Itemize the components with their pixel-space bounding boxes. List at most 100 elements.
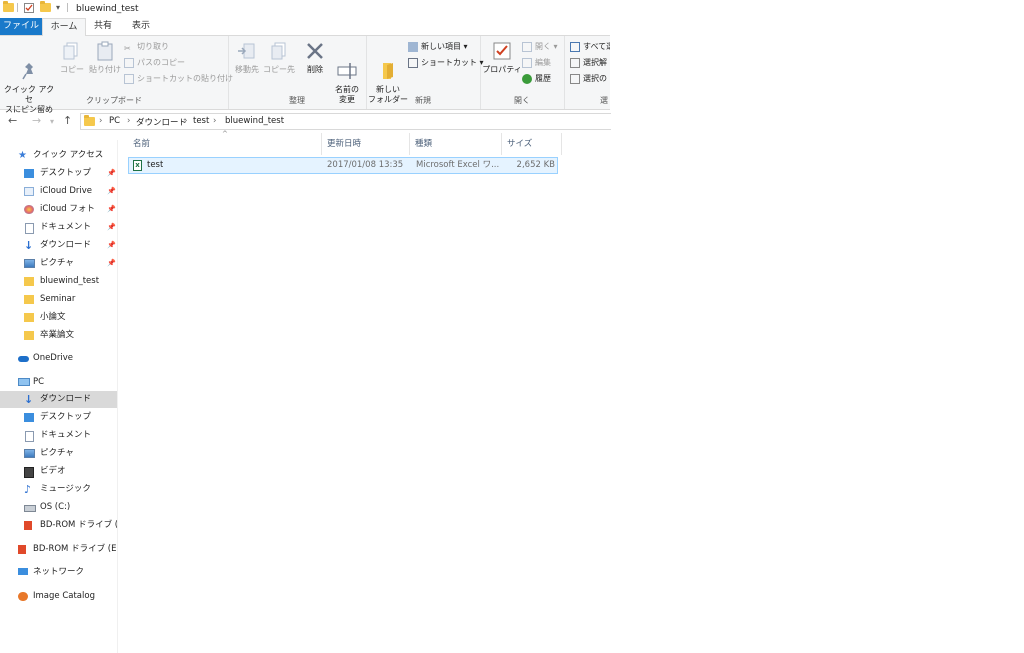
easy-access-shortcut-button[interactable]: ショートカット ▾: [408, 56, 484, 70]
nav-seminar[interactable]: Seminar: [0, 291, 117, 308]
breadcrumb-test[interactable]: test: [193, 116, 209, 126]
shortcut-icon: [124, 73, 134, 84]
nav-pc-music[interactable]: ♪ ミュージック: [0, 481, 117, 498]
document-icon: [25, 431, 34, 442]
paste-icon: [94, 40, 116, 62]
window-title: bluewind_test: [76, 4, 139, 14]
column-header-name[interactable]: 名前: [128, 133, 322, 155]
folder-icon: [24, 295, 34, 304]
paste-button[interactable]: 貼り付け: [88, 40, 122, 75]
ribbon: クイック アクセ スにピン留め コピー 貼り付け ✂ 切り取り パスのコピー シ…: [0, 36, 610, 114]
nav-pictures[interactable]: ピクチャ 📌: [0, 255, 117, 272]
back-button[interactable]: ←: [8, 114, 17, 127]
column-header-modified[interactable]: 更新日時: [322, 133, 410, 155]
folder-icon: [3, 1, 14, 15]
nav-pc-os-drive[interactable]: OS (C:): [0, 499, 117, 516]
delete-button[interactable]: 削除: [300, 40, 330, 75]
office-icon: [24, 521, 32, 530]
nav-documents[interactable]: ドキュメント 📌: [0, 219, 117, 236]
breadcrumb-downloads[interactable]: ダウンロード: [136, 116, 187, 128]
nav-desktop[interactable]: デスクトップ 📌: [0, 165, 117, 182]
chevron-right-icon[interactable]: ›: [99, 116, 102, 126]
open-icon: [522, 41, 532, 52]
new-item-button[interactable]: 新しい項目 ▾: [408, 40, 468, 54]
nav-image-catalog[interactable]: Image Catalog: [0, 588, 117, 605]
nav-downloads[interactable]: ↓ ダウンロード 📌: [0, 237, 117, 254]
recent-locations-chevron-icon[interactable]: ▾: [50, 117, 54, 126]
move-to-button[interactable]: 移動先: [230, 40, 264, 75]
copy-to-button[interactable]: コピー先: [262, 40, 296, 75]
nav-pc-downloads[interactable]: ↓ ダウンロード: [0, 391, 117, 408]
excel-file-icon: x: [133, 160, 142, 171]
nav-network[interactable]: ネットワーク: [0, 564, 117, 581]
nav-pc-pictures[interactable]: ピクチャ: [0, 445, 117, 462]
ribbon-tabs: ファイル ホーム 共有 表示: [0, 18, 610, 36]
nav-icloud-drive[interactable]: iCloud Drive 📌: [0, 183, 117, 200]
breadcrumb-bluewind-test[interactable]: bluewind_test: [225, 116, 284, 126]
clipboard-group-label: クリップボード: [86, 96, 142, 105]
tab-view[interactable]: 表示: [124, 18, 158, 35]
new-group-label: 新規: [415, 96, 431, 105]
forward-button[interactable]: →: [32, 114, 41, 127]
select-none-button[interactable]: 選択解: [570, 56, 607, 70]
properties-button[interactable]: プロパティ: [482, 40, 522, 75]
history-button[interactable]: 履歴: [522, 72, 551, 86]
tab-share[interactable]: 共有: [86, 18, 120, 35]
nav-onedrive[interactable]: OneDrive: [0, 350, 117, 367]
copy-button[interactable]: コピー: [58, 40, 86, 75]
new-folder-quick-icon[interactable]: [40, 1, 51, 15]
cut-button[interactable]: ✂ 切り取り: [124, 40, 169, 54]
up-button[interactable]: ↑: [63, 114, 72, 127]
address-bar-row: ← → ▾ ↑ › PC › ダウンロード › test › bluewind_…: [0, 112, 611, 130]
chevron-right-icon[interactable]: ›: [184, 116, 187, 126]
copy-icon: [61, 40, 83, 62]
cloud-icon: [18, 356, 29, 362]
icloud-photos-icon: [24, 205, 34, 214]
chevron-right-icon[interactable]: ›: [127, 116, 130, 126]
copy-to-icon: [268, 40, 290, 62]
pin-icon: 📌: [107, 259, 116, 267]
nav-thesis[interactable]: 卒業論文: [0, 327, 117, 344]
properties-quick-icon[interactable]: [24, 3, 34, 16]
breadcrumb-pc[interactable]: PC: [109, 116, 120, 126]
file-type: Microsoft Excel ワ...: [416, 160, 500, 170]
select-none-icon: [570, 57, 580, 68]
clipboard-group: クイック アクセ スにピン留め コピー 貼り付け ✂ 切り取り パスのコピー シ…: [0, 36, 233, 114]
select-group: すべて選 選択解 選択の 選: [564, 36, 610, 109]
invert-selection-button[interactable]: 選択の: [570, 72, 607, 86]
select-all-button[interactable]: すべて選: [570, 40, 610, 54]
column-header-size[interactable]: サイズ: [502, 133, 562, 155]
tab-home[interactable]: ホーム: [42, 18, 86, 36]
drive-icon: [24, 505, 36, 512]
chevron-right-icon[interactable]: ›: [213, 116, 216, 126]
column-header-type[interactable]: 種類: [410, 133, 502, 155]
nav-quick-access[interactable]: ★ クイック アクセス: [0, 147, 117, 164]
edit-icon: [522, 57, 532, 68]
file-row[interactable]: x test 2017/01/08 13:35 Microsoft Excel …: [128, 157, 558, 174]
folder-icon: [24, 277, 34, 286]
icloud-drive-icon: [24, 187, 34, 196]
pin-icon: 📌: [107, 241, 116, 249]
nav-icloud-photos[interactable]: iCloud フォト 📌: [0, 201, 117, 218]
open-group-label: 開く: [514, 96, 530, 105]
folder-icon: [84, 115, 95, 129]
nav-pc[interactable]: PC: [0, 374, 117, 391]
tab-file[interactable]: ファイル: [0, 18, 42, 35]
copy-path-button[interactable]: パスのコピー: [124, 56, 185, 70]
address-bar[interactable]: › PC › ダウンロード › test › bluewind_test: [80, 113, 611, 130]
nav-pc-documents[interactable]: ドキュメント: [0, 427, 117, 444]
nav-bluewind-test[interactable]: bluewind_test: [0, 273, 117, 290]
nav-pc-bd-rom[interactable]: BD-ROM ドライブ (E:): [0, 517, 117, 534]
edit-button[interactable]: 編集: [522, 56, 551, 70]
nav-bd-rom[interactable]: BD-ROM ドライブ (E:) N: [0, 541, 117, 558]
paste-shortcut-button[interactable]: ショートカットの貼り付け: [124, 72, 233, 86]
pictures-icon: [24, 259, 35, 268]
invert-selection-icon: [570, 73, 580, 84]
network-icon: [18, 568, 28, 575]
new-item-icon: [408, 41, 418, 52]
nav-pc-desktop[interactable]: デスクトップ: [0, 409, 117, 426]
customize-quick-access-icon[interactable]: ▾: [56, 3, 60, 12]
nav-pc-videos[interactable]: ビデオ: [0, 463, 117, 480]
nav-essay[interactable]: 小論文: [0, 309, 117, 326]
open-button[interactable]: 開く ▾: [522, 40, 558, 54]
